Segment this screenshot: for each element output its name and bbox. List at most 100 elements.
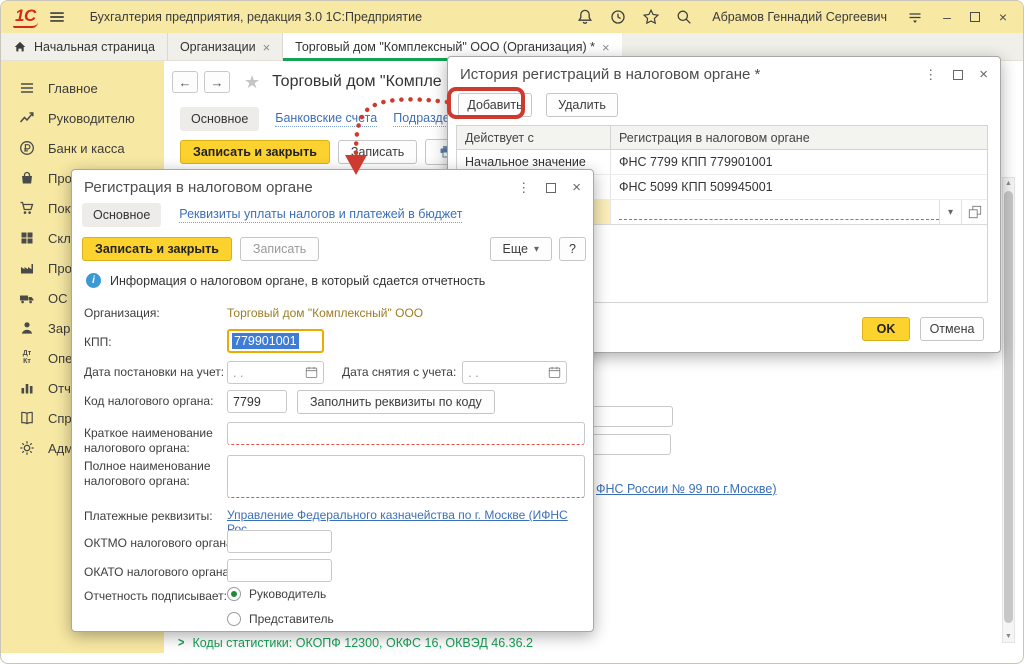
fns-inspection-link[interactable]: ФНС России № 99 по г.Москве) <box>596 482 777 496</box>
form-title: Торговый дом "Компле <box>272 73 442 91</box>
gear-icon <box>19 440 35 456</box>
info-text: Информация о налоговом органе, в который… <box>110 274 485 288</box>
registration-value-input[interactable] <box>619 203 939 220</box>
full-name-label: Полное наименование налогового органа: <box>84 455 227 489</box>
oktmo-input[interactable] <box>227 530 332 553</box>
save-close-button[interactable]: Записать и закрыть <box>82 237 232 261</box>
okato-input[interactable] <box>227 559 332 582</box>
calendar-icon[interactable] <box>305 366 318 379</box>
home-icon <box>13 40 27 54</box>
short-name-input[interactable] <box>227 422 585 445</box>
save-button[interactable]: Записать <box>338 140 417 164</box>
minimize-button[interactable]: – <box>939 10 955 24</box>
oktmo-label: ОКТМО налогового органа: <box>84 530 227 551</box>
registration-date-input[interactable]: . . <box>227 361 324 384</box>
dropdown-arrow-icon[interactable]: ▾ <box>939 200 961 224</box>
tab-main-chip[interactable]: Основное <box>82 203 161 227</box>
boxes-grid-icon <box>19 230 35 246</box>
delete-button[interactable]: Удалить <box>546 93 618 117</box>
choose-from-list-icon[interactable] <box>961 200 987 224</box>
deregistration-date-input[interactable]: . . <box>462 361 567 384</box>
more-button[interactable]: Еще ▾ <box>490 237 552 261</box>
favorites-star-icon[interactable] <box>642 8 660 26</box>
bar-chart-icon <box>19 380 35 396</box>
dropdown-arrow-icon: ▾ <box>534 244 539 255</box>
sidebar-item-main[interactable]: Главное <box>1 73 164 103</box>
debit-credit-icon: ДтКт <box>19 350 35 365</box>
maximize-icon[interactable] <box>546 183 556 193</box>
tab-close-icon[interactable]: × <box>263 40 271 55</box>
favorite-star-icon[interactable]: ★ <box>244 72 260 93</box>
signer-option-representative[interactable]: Представитель <box>227 612 334 626</box>
more-menu-icon[interactable]: ⋮ <box>924 68 937 81</box>
dialog-title: Регистрация в налоговом органе <box>84 179 313 196</box>
nav-main-chip[interactable]: Основное <box>180 107 259 131</box>
organization-label: Организация: <box>84 302 227 321</box>
sidebar-item-bank-cash[interactable]: Банк и касса <box>1 133 164 163</box>
table-header-row: Действует с Регистрация в налоговом орга… <box>457 126 987 150</box>
tab-home[interactable]: Начальная страница <box>1 33 168 61</box>
statistics-codes-link[interactable]: > Коды статистики: ОКОПФ 12300, ОКФС 16,… <box>178 636 533 650</box>
registration-dialog: Регистрация в налоговом органе ⋮ × Основ… <box>71 169 594 632</box>
short-name-label: Краткое наименование налогового органа: <box>84 422 227 456</box>
chevron-right-icon: > <box>178 636 184 650</box>
history-icon[interactable] <box>609 8 627 26</box>
registration-date-label: Дата постановки на учет: <box>84 361 227 380</box>
tab-organizations[interactable]: Организации × <box>168 33 283 61</box>
radio-selected-icon <box>227 587 241 601</box>
help-button[interactable]: ? <box>559 237 586 261</box>
app-window: 1С Бухгалтерия предприятия, редакция 3.0… <box>0 0 1024 664</box>
column-registration[interactable]: Регистрация в налоговом органе <box>611 126 987 149</box>
nav-bank-accounts-link[interactable]: Банковские счета <box>275 111 377 127</box>
trend-arrow-icon <box>19 110 35 126</box>
toggle-panels-icon[interactable] <box>906 8 924 26</box>
search-icon[interactable] <box>675 8 693 26</box>
window-titlebar: 1С Бухгалтерия предприятия, редакция 3.0… <box>1 1 1023 33</box>
save-button[interactable]: Записать <box>240 237 319 261</box>
kpp-input[interactable]: 779901001 <box>227 329 324 353</box>
tax-authority-code-label: Код налогового органа: <box>84 390 227 409</box>
more-menu-icon[interactable]: ⋮ <box>517 181 530 194</box>
sidebar-item-manager[interactable]: Руководителю <box>1 103 164 133</box>
close-button[interactable]: × <box>995 10 1011 24</box>
ruble-circle-icon <box>19 140 35 156</box>
tax-authority-code-input[interactable]: 7799 <box>227 390 287 413</box>
tab-close-icon[interactable]: × <box>602 40 610 55</box>
current-user[interactable]: Абрамов Геннадий Сергеевич <box>712 10 887 24</box>
maximize-button[interactable] <box>970 12 980 22</box>
main-menu-button[interactable] <box>48 8 66 26</box>
close-icon[interactable]: × <box>572 180 581 195</box>
add-button[interactable]: Добавить <box>458 93 532 117</box>
truck-icon <box>19 290 35 306</box>
1c-logo-icon: 1С <box>13 6 38 28</box>
full-name-textarea[interactable] <box>227 455 585 498</box>
vertical-scrollbar[interactable]: ▲ ▼ <box>1002 177 1015 643</box>
column-valid-from[interactable]: Действует с <box>457 126 611 149</box>
save-close-button[interactable]: Записать и закрыть <box>180 140 330 164</box>
factory-icon <box>19 260 35 276</box>
info-icon: i <box>86 273 101 288</box>
dialog-title: История регистраций в налоговом органе * <box>460 66 760 83</box>
kpp-label: КПП: <box>84 329 227 350</box>
ok-button[interactable]: OK <box>862 317 910 341</box>
book-icon <box>19 410 35 426</box>
menu-lines-icon <box>19 80 35 96</box>
tab-budget-payments-link[interactable]: Реквизиты уплаты налогов и платежей в бю… <box>179 207 462 223</box>
back-button[interactable]: ← <box>172 71 198 93</box>
fill-by-code-button[interactable]: Заполнить реквизиты по коду <box>297 390 495 414</box>
radio-unselected-icon <box>227 612 241 626</box>
forward-button[interactable]: → <box>204 71 230 93</box>
notifications-bell-icon[interactable] <box>576 8 594 26</box>
maximize-icon[interactable] <box>953 70 963 80</box>
shopping-bag-icon <box>19 170 35 186</box>
cancel-button[interactable]: Отмена <box>920 317 984 341</box>
report-signer-label: Отчетность подписывает: <box>84 585 227 604</box>
scrollbar-thumb[interactable] <box>1004 191 1013 623</box>
signer-option-director[interactable]: Руководитель <box>227 587 334 601</box>
organization-value[interactable]: Торговый дом "Комплексный" ООО <box>227 302 423 320</box>
window-title: Бухгалтерия предприятия, редакция 3.0 1С… <box>90 10 422 24</box>
shopping-cart-icon <box>19 200 35 216</box>
calendar-icon[interactable] <box>548 366 561 379</box>
close-icon[interactable]: × <box>979 67 988 82</box>
person-icon <box>19 320 35 336</box>
